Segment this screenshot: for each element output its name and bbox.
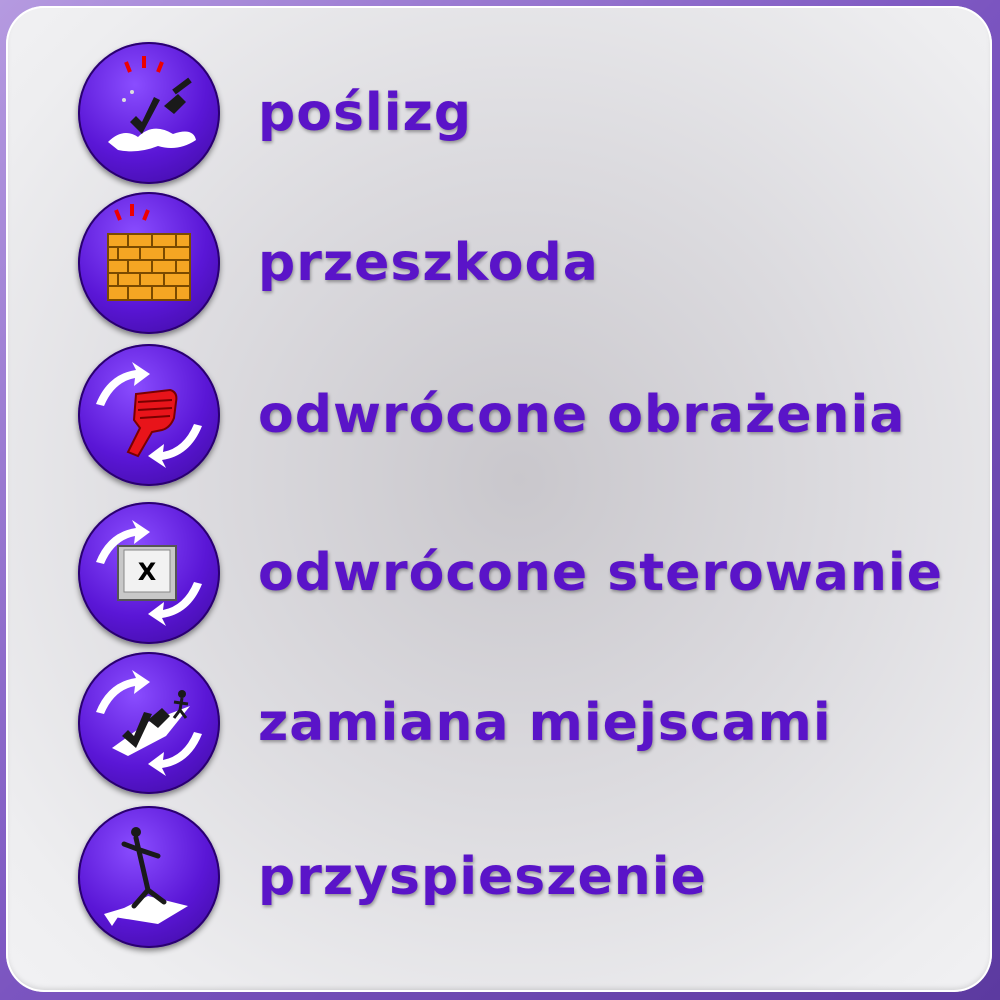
reversed-fist-icon	[78, 344, 220, 486]
legend-panel: poślizg przeszkoda odwrócone obrażenia X…	[6, 6, 992, 992]
legend-row-reversed-damage: odwrócone obrażenia	[78, 344, 978, 486]
legend-label: przyspieszenie	[258, 847, 707, 907]
brick-wall-icon	[78, 192, 220, 334]
sprint-icon	[78, 806, 220, 948]
skid-icon	[78, 42, 220, 184]
legend-row-reversed-controls: X odwrócone sterowanie	[78, 502, 978, 644]
legend-row-skid: poślizg	[78, 42, 978, 184]
legend-row-obstacle: przeszkoda	[78, 192, 978, 334]
legend-row-swap-places: zamiana miejscami	[78, 652, 978, 794]
legend-row-speed-boost: przyspieszenie	[78, 806, 978, 948]
svg-text:X: X	[138, 558, 157, 586]
legend-label: poślizg	[258, 83, 473, 143]
reversed-key-icon: X	[78, 502, 220, 644]
legend-label: przeszkoda	[258, 233, 599, 293]
legend-label: odwrócone obrażenia	[258, 385, 906, 445]
legend-label: odwrócone sterowanie	[258, 543, 943, 603]
legend-label: zamiana miejscami	[258, 693, 832, 753]
swap-places-icon	[78, 652, 220, 794]
